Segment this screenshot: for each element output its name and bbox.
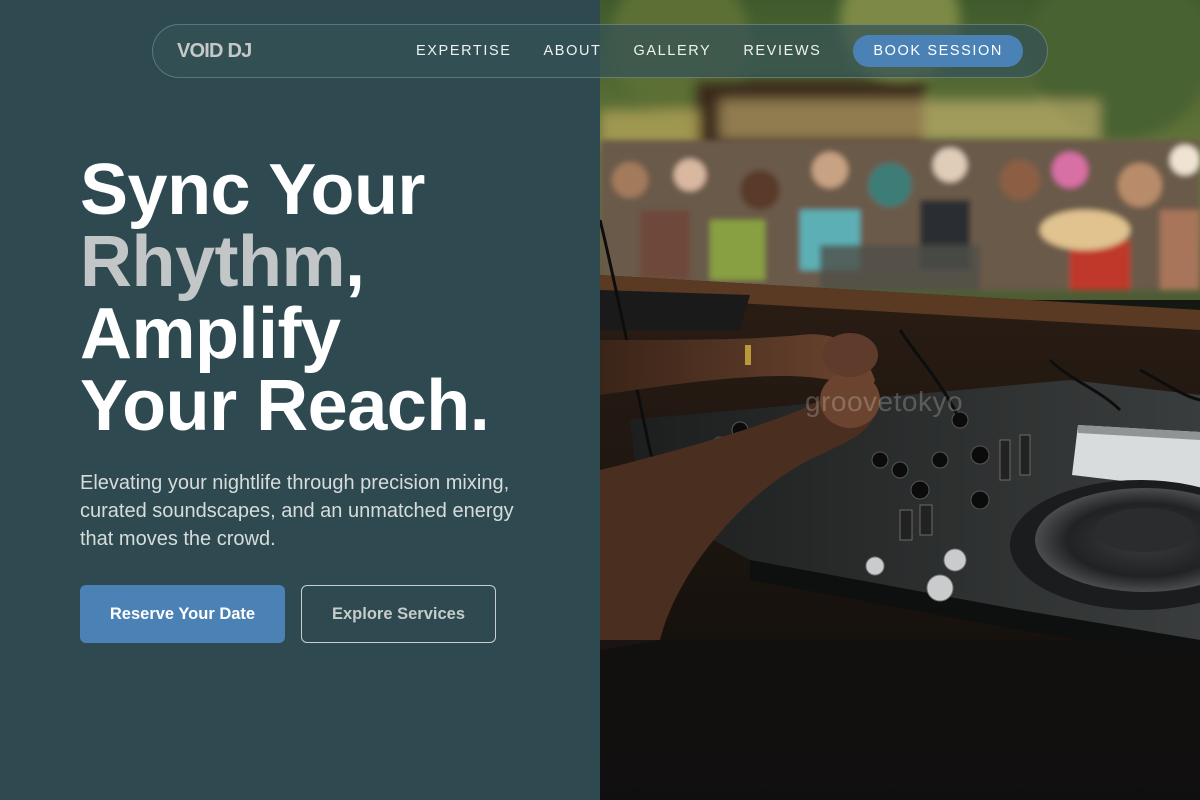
headline-comma: , <box>345 222 365 302</box>
headline-line-2: Rhythm, <box>80 226 580 298</box>
headline-line-4: Your Reach. <box>80 366 490 446</box>
explore-services-button[interactable]: Explore Services <box>301 585 496 643</box>
nav-link-gallery[interactable]: GALLERY <box>633 43 711 59</box>
headline-line-3: Amplify <box>80 294 341 374</box>
brand-logo[interactable]: VOID DJ <box>177 40 252 63</box>
headline-line-1: Sync Your <box>80 150 425 230</box>
hero-headline: Sync Your Rhythm, Amplify Your Reach. <box>80 154 580 442</box>
book-session-button[interactable]: BOOK SESSION <box>853 35 1023 67</box>
nav-link-about[interactable]: ABOUT <box>544 43 602 59</box>
hero-subtitle: Elevating your nightlife through precisi… <box>80 472 514 550</box>
top-navbar: VOID DJ EXPERTISE ABOUT GALLERY REVIEWS … <box>152 24 1048 78</box>
nav-link-expertise[interactable]: EXPERTISE <box>416 43 512 59</box>
reserve-date-button[interactable]: Reserve Your Date <box>80 585 285 643</box>
headline-accent-word: Rhythm <box>80 222 346 302</box>
nav-link-reviews[interactable]: REVIEWS <box>743 43 821 59</box>
nav-links: EXPERTISE ABOUT GALLERY REVIEWS BOOK SES… <box>416 35 1023 67</box>
photo-watermark: groovetokyo <box>805 386 964 417</box>
